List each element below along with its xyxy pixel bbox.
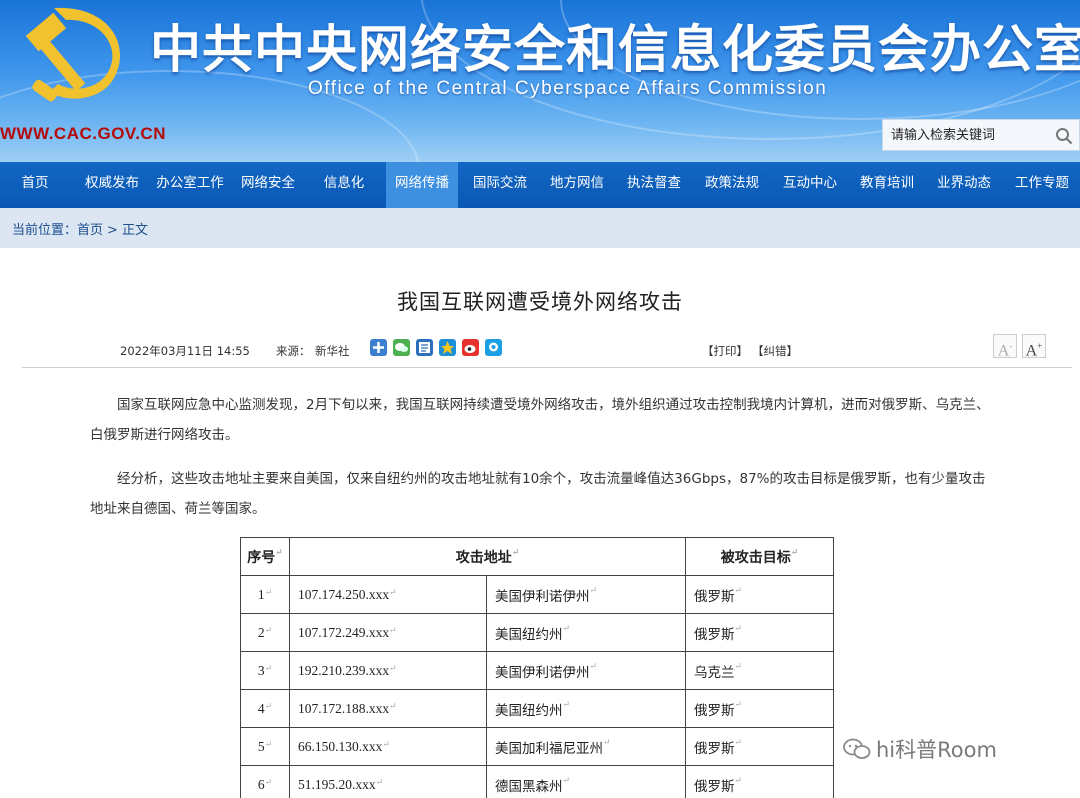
attack-address-table: 序号↵ 攻击地址↵ 被攻击目标↵ 1↵ 107.174.250.xxx↵ 美国伊…	[240, 537, 835, 798]
table-row: 1↵ 107.174.250.xxx↵ 美国伊利诺伊州↵ 俄罗斯↵	[240, 575, 835, 614]
search-input[interactable]	[883, 120, 1053, 150]
nav-item-enforcement[interactable]: 执法督查	[620, 162, 688, 208]
table-row: 3↵ 192.210.239.xxx↵ 美国伊利诺伊州↵ 乌克兰↵	[240, 651, 835, 690]
cell-ip: 66.150.130.xxx↵	[289, 727, 487, 766]
search-icon[interactable]	[1055, 127, 1073, 145]
cell-no: 5↵	[240, 727, 290, 766]
header-address: 攻击地址↵	[288, 537, 687, 576]
cell-location: 德国黑森州↵	[485, 765, 687, 798]
cell-location: 美国伊利诺伊州↵	[485, 575, 687, 614]
table-row: 4↵ 107.172.188.xxx↵ 美国纽约州↵ 俄罗斯↵	[240, 689, 835, 728]
table-row: 2↵ 107.172.249.xxx↵ 美国纽约州↵ 俄罗斯↵	[240, 613, 835, 652]
nav-item-releases[interactable]: 权威发布	[78, 162, 146, 208]
cell-target: 俄罗斯↵	[685, 575, 835, 614]
nav-item-local[interactable]: 地方网信	[543, 162, 611, 208]
nav-item-policy[interactable]: 政策法规	[698, 162, 766, 208]
cell-no: 1↵	[240, 575, 290, 614]
site-subtitle: Office of the Central Cyberspace Affairs…	[308, 78, 828, 99]
share-qq-icon[interactable]	[485, 339, 502, 356]
article-source: 新华社	[315, 344, 350, 358]
cell-location: 美国伊利诺伊州↵	[485, 651, 687, 690]
nav-item-communication[interactable]: 网络传播	[386, 162, 458, 208]
font-decrease-label: A	[997, 342, 1010, 360]
party-emblem-icon	[25, 7, 121, 102]
cell-ip: 107.172.249.xxx↵	[289, 613, 487, 652]
divider	[22, 367, 1072, 368]
cell-target: 俄罗斯↵	[685, 727, 835, 766]
cell-ip: 51.195.20.xxx↵	[289, 765, 487, 798]
header-target: 被攻击目标↵	[685, 537, 835, 576]
share-plus-icon[interactable]	[370, 339, 387, 356]
header-banner: 中共中央网络安全和信息化委员会办公室 Office of the Central…	[0, 0, 1080, 162]
correct-link[interactable]: 【纠错】	[752, 343, 798, 359]
site-domain: WWW.CAC.GOV.CN	[0, 124, 166, 143]
nav-item-office-work[interactable]: 办公室工作	[152, 162, 228, 208]
breadcrumb-prefix: 当前位置：	[12, 223, 78, 238]
table-row: 5↵ 66.150.130.xxx↵ 美国加利福尼亚州↵ 俄罗斯↵	[240, 727, 835, 766]
cell-location: 美国加利福尼亚州↵	[485, 727, 687, 766]
header-no: 序号↵	[240, 537, 290, 576]
article-paragraph-1: 国家互联网应急中心监测发现，2月下旬以来，我国互联网持续遭受境外网络攻击，境外组…	[90, 397, 990, 443]
share-weibo-icon[interactable]	[462, 339, 479, 356]
share-qzone-icon[interactable]	[439, 339, 456, 356]
main-nav: 首页 权威发布 办公室工作 网络安全 信息化 网络传播 国际交流 地方网信 执法…	[0, 162, 1080, 208]
article-title: 我国互联网遭受境外网络攻击	[397, 290, 683, 314]
site-title: 中共中央网络安全和信息化委员会办公室	[150, 21, 1080, 80]
cell-no: 3↵	[240, 651, 290, 690]
breadcrumb-home[interactable]: 首页	[77, 223, 103, 238]
cell-no: 2↵	[240, 613, 290, 652]
cell-target: 乌克兰↵	[685, 651, 835, 690]
font-increase-button[interactable]: A+	[1022, 334, 1046, 360]
cell-target: 俄罗斯↵	[685, 613, 835, 652]
cell-no: 4↵	[240, 689, 290, 728]
nav-item-cybersecurity[interactable]: 网络安全	[234, 162, 302, 208]
table-header-row: 序号↵ 攻击地址↵ 被攻击目标↵	[240, 537, 835, 576]
cell-ip: 192.210.239.xxx↵	[289, 651, 487, 690]
breadcrumb-bar: 当前位置：首页 > 正文	[0, 208, 1080, 248]
nav-item-topics[interactable]: 工作专题	[1008, 162, 1076, 208]
nav-item-industry[interactable]: 业界动态	[930, 162, 998, 208]
cell-target: 俄罗斯↵	[685, 689, 835, 728]
nav-item-education[interactable]: 教育培训	[853, 162, 921, 208]
share-wechat-icon[interactable]	[393, 339, 410, 356]
watermark-text: hi科普Room	[876, 738, 997, 762]
breadcrumb: 当前位置：首页 > 正文	[12, 219, 148, 238]
cell-ip: 107.172.188.xxx↵	[289, 689, 487, 728]
search-box	[882, 119, 1080, 151]
nav-item-home[interactable]: 首页	[6, 162, 64, 208]
article-date: 2022年03月11日 14:55	[120, 344, 250, 358]
breadcrumb-separator: >	[107, 223, 118, 238]
cell-location: 美国纽约州↵	[485, 613, 687, 652]
article-paragraph-2: 经分析，这些攻击地址主要来自美国，仅来自纽约州的攻击地址就有10余个，攻击流量峰…	[90, 471, 986, 517]
breadcrumb-current: 正文	[121, 223, 148, 238]
share-note-icon[interactable]	[416, 339, 433, 356]
font-decrease-button[interactable]: A-	[993, 334, 1017, 360]
nav-item-international[interactable]: 国际交流	[466, 162, 534, 208]
cell-ip: 107.174.250.xxx↵	[289, 575, 487, 614]
font-increase-label: A	[1025, 342, 1038, 360]
cell-no: 6↵	[240, 765, 290, 798]
article-source-label: 来源：	[276, 344, 311, 358]
nav-item-interaction[interactable]: 互动中心	[776, 162, 844, 208]
wechat-watermark-icon	[843, 738, 871, 759]
cell-target: 俄罗斯↵	[685, 765, 835, 798]
table-row: 6↵ 51.195.20.xxx↵ 德国黑森州↵ 俄罗斯↵	[240, 765, 835, 798]
nav-item-informatization[interactable]: 信息化	[312, 162, 376, 208]
cell-location: 美国纽约州↵	[485, 689, 687, 728]
print-link[interactable]: 【打印】	[702, 343, 748, 359]
